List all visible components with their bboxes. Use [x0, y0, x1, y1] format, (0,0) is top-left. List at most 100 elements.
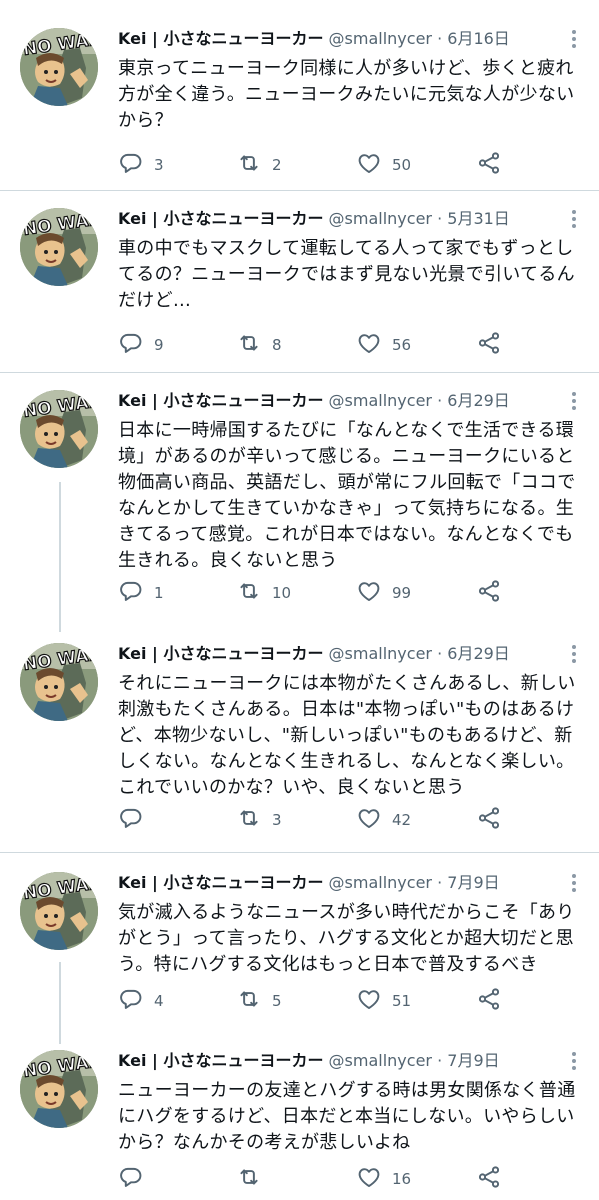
dot-separator: · [432, 391, 448, 410]
avatar[interactable]: NO WAR [20, 1050, 98, 1128]
user-handle[interactable]: @smallnycer [329, 644, 432, 663]
reply-button[interactable] [118, 807, 154, 833]
display-name[interactable]: Kei | 小さなニューヨーカー [118, 391, 323, 410]
more-options-icon[interactable] [571, 1052, 577, 1074]
tweet-text: 車の中でもマスクして運転してる人って家でもずっとし てるの？ニューヨークではまず… [118, 238, 575, 311]
avatar[interactable]: NO WAR [20, 208, 98, 286]
share-button[interactable] [476, 332, 502, 358]
like-icon [356, 150, 382, 180]
reply-button[interactable]: 1 [118, 580, 164, 606]
more-options-icon[interactable] [571, 392, 577, 414]
like-count: 16 [392, 1170, 412, 1188]
tweet[interactable]: NO WAR Kei | 小さなニューヨーカー @smallnycer · 7月… [0, 1050, 599, 1200]
retweet-button[interactable]: 3 [236, 807, 282, 833]
dot-separator: · [432, 1051, 448, 1070]
dot-separator: · [432, 873, 448, 892]
retweet-button[interactable]: 10 [236, 580, 291, 606]
tweet-header: Kei | 小さなニューヨーカー @smallnycer · 7月9日 [118, 872, 500, 894]
reply-icon [118, 150, 144, 180]
tweet[interactable]: NO WAR Kei | 小さなニューヨーカー @smallnycer · 6月… [0, 28, 599, 188]
user-handle[interactable]: @smallnycer [329, 391, 432, 410]
avatar[interactable]: NO WAR [20, 643, 98, 721]
tweet-text: ニューヨーカーの友達とハグする時は男女関係なく普通 にハグをするけど、日本だと本… [118, 1080, 576, 1153]
retweet-button[interactable]: 8 [236, 332, 282, 358]
share-button[interactable] [476, 988, 502, 1014]
reply-icon [118, 578, 144, 608]
like-button[interactable]: 56 [356, 332, 411, 358]
like-count: 51 [392, 992, 412, 1010]
user-handle[interactable]: @smallnycer [329, 873, 432, 892]
retweet-icon [236, 578, 262, 608]
like-button[interactable]: 51 [356, 988, 411, 1014]
display-name[interactable]: Kei | 小さなニューヨーカー [118, 29, 323, 48]
tweet-actions: 9 8 56 [118, 332, 518, 358]
retweet-button[interactable] [236, 1166, 272, 1192]
tweet-actions: 4 5 51 [118, 988, 518, 1014]
tweet[interactable]: NO WAR Kei | 小さなニューヨーカー @smallnycer · 6月… [0, 390, 599, 615]
tweet-date[interactable]: 6月16日 [447, 29, 510, 48]
display-name[interactable]: Kei | 小さなニューヨーカー [118, 873, 323, 892]
display-name[interactable]: Kei | 小さなニューヨーカー [118, 644, 323, 663]
tweet-date[interactable]: 6月29日 [447, 391, 510, 410]
avatar-art-icon: NO WAR [20, 1050, 98, 1128]
tweet-date[interactable]: 7月9日 [447, 873, 499, 892]
display-name[interactable]: Kei | 小さなニューヨーカー [118, 1051, 323, 1070]
avatar[interactable]: NO WAR [20, 390, 98, 468]
like-button[interactable]: 99 [356, 580, 411, 606]
tweet-date[interactable]: 5月31日 [447, 209, 510, 228]
like-button[interactable]: 42 [356, 807, 411, 833]
tweet-text: 気が滅入るようなニュースが多い時代だからこそ「あり がとう」って言ったり、ハグす… [118, 902, 575, 975]
retweet-icon [236, 805, 262, 835]
retweet-button[interactable]: 2 [236, 152, 282, 178]
like-button[interactable]: 50 [356, 152, 411, 178]
more-options-icon[interactable] [571, 210, 577, 232]
reply-count: 3 [154, 156, 164, 174]
tweet[interactable]: NO WAR Kei | 小さなニューヨーカー @smallnycer · 6月… [0, 643, 599, 843]
user-handle[interactable]: @smallnycer [329, 209, 432, 228]
more-options-icon[interactable] [571, 874, 577, 896]
share-button[interactable] [476, 1166, 502, 1192]
avatar-art-icon: NO WAR [20, 28, 98, 106]
reply-button[interactable]: 9 [118, 332, 164, 358]
like-icon [356, 330, 382, 360]
share-button[interactable] [476, 807, 502, 833]
like-icon [356, 986, 382, 1016]
reply-button[interactable]: 4 [118, 988, 164, 1014]
tweet-date[interactable]: 7月9日 [447, 1051, 499, 1070]
like-icon [356, 578, 382, 608]
retweet-count: 3 [272, 811, 282, 829]
tweet[interactable]: NO WAR Kei | 小さなニューヨーカー @smallnycer · 5月… [0, 208, 599, 368]
user-handle[interactable]: @smallnycer [329, 29, 432, 48]
share-icon [476, 805, 502, 835]
display-name[interactable]: Kei | 小さなニューヨーカー [118, 209, 323, 228]
reply-count: 9 [154, 336, 164, 354]
tweet-date[interactable]: 6月29日 [447, 644, 510, 663]
share-icon [476, 578, 502, 608]
more-options-icon[interactable] [571, 30, 577, 52]
share-button[interactable] [476, 152, 502, 178]
retweet-button[interactable]: 5 [236, 988, 282, 1014]
reply-button[interactable] [118, 1166, 154, 1192]
reply-icon [118, 986, 144, 1016]
like-icon [356, 1164, 382, 1194]
tweet-actions: 1 10 99 [118, 580, 518, 606]
reply-button[interactable]: 3 [118, 152, 164, 178]
retweet-icon [236, 330, 262, 360]
more-options-icon[interactable] [571, 645, 577, 667]
avatar-art-icon: NO WAR [20, 208, 98, 286]
tweet[interactable]: NO WAR Kei | 小さなニューヨーカー @smallnycer · 7月… [0, 872, 599, 1022]
like-button[interactable]: 16 [356, 1166, 411, 1192]
tweet-header: Kei | 小さなニューヨーカー @smallnycer · 6月16日 [118, 28, 510, 50]
retweet-icon [236, 1164, 262, 1194]
retweet-count: 8 [272, 336, 282, 354]
reply-icon [118, 330, 144, 360]
share-button[interactable] [476, 580, 502, 606]
user-handle[interactable]: @smallnycer [329, 1051, 432, 1070]
avatar[interactable]: NO WAR [20, 28, 98, 106]
tweet-text: 東京ってニューヨーク同様に人が多いけど、歩くと疲れ 方が全く違う。ニューヨークみ… [118, 58, 575, 131]
avatar[interactable]: NO WAR [20, 872, 98, 950]
retweet-count: 5 [272, 992, 282, 1010]
share-icon [476, 330, 502, 360]
tweet-header: Kei | 小さなニューヨーカー @smallnycer · 5月31日 [118, 208, 510, 230]
retweet-count: 10 [272, 584, 292, 602]
